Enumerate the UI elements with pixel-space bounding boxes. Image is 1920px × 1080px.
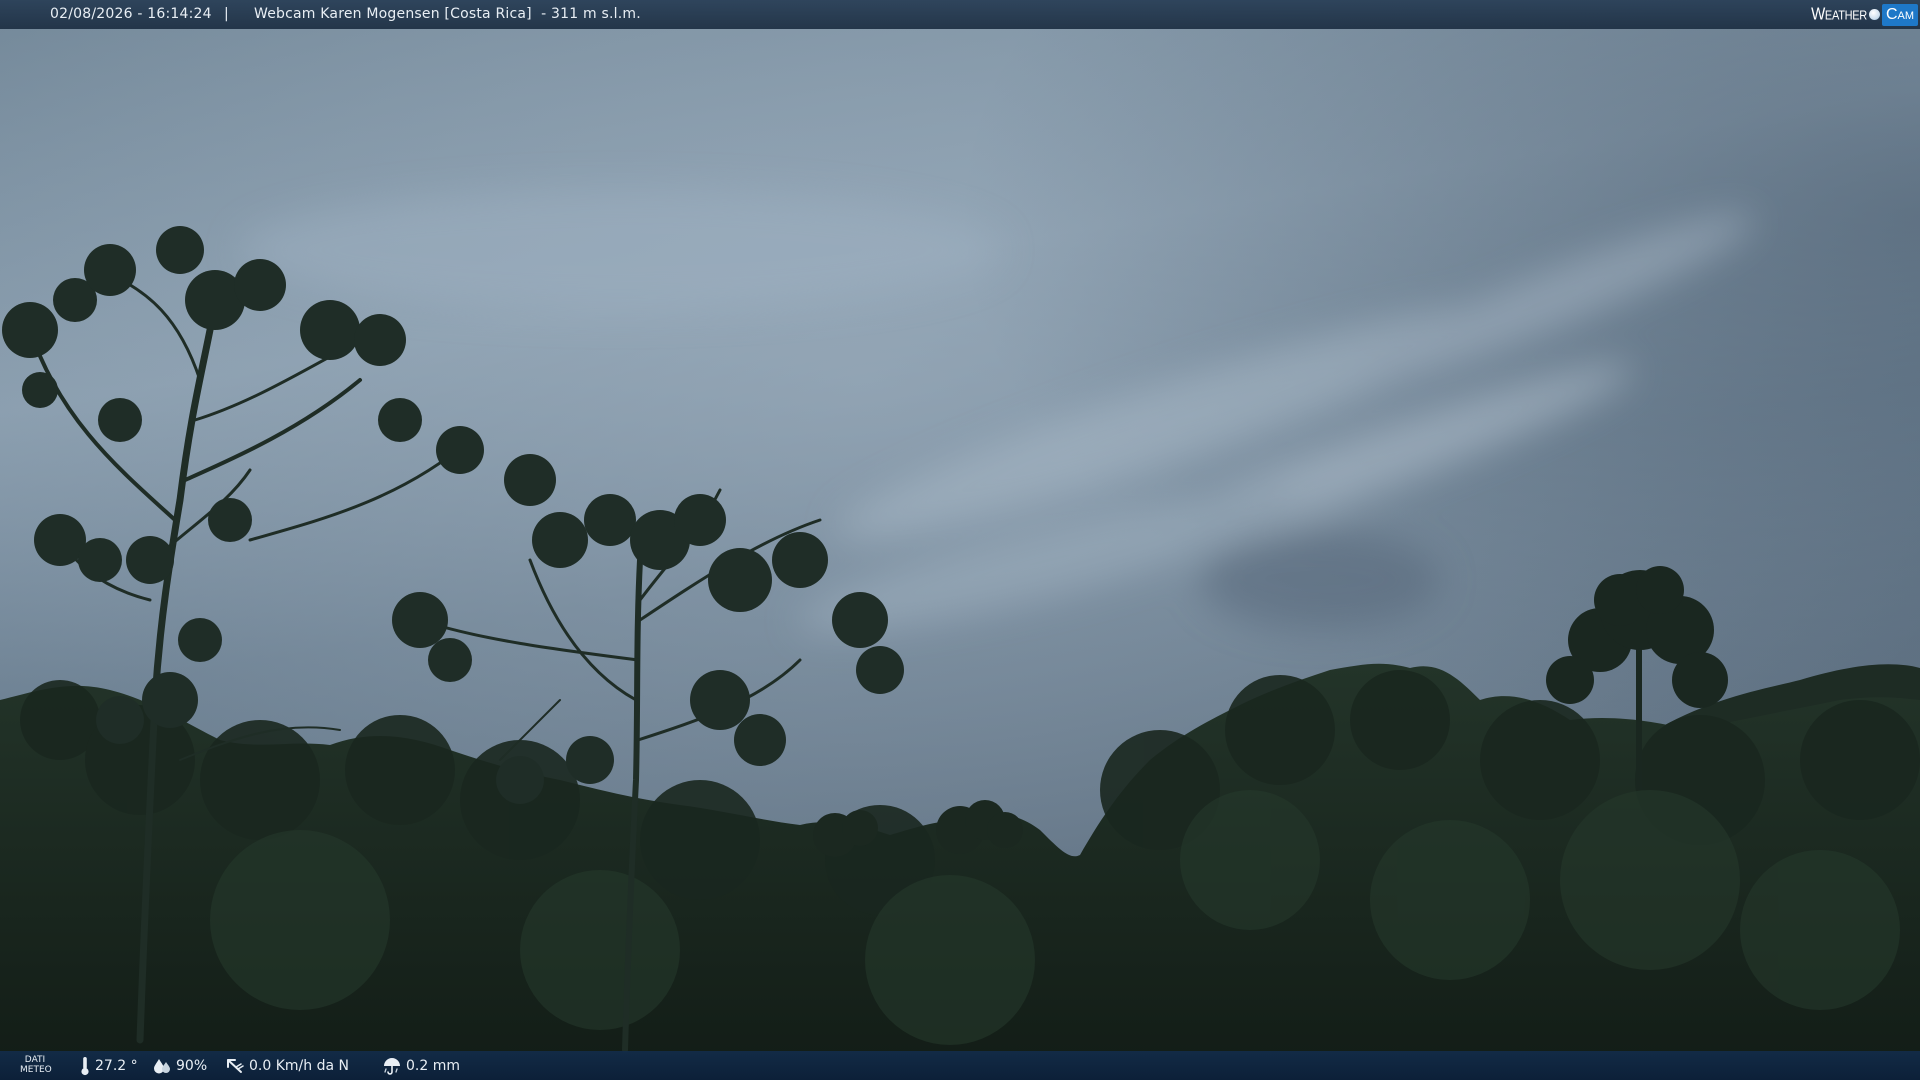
webcam-title: Webcam Karen Mogensen [Costa Rica] - 311… — [254, 6, 641, 22]
temperature-reading: 27.2 ° — [80, 1051, 138, 1080]
capture-datetime: 02/08/2026 - 16:14:24 — [50, 6, 212, 22]
wind-direction-icon — [227, 1058, 244, 1073]
humidity-drops-icon — [154, 1058, 170, 1073]
thermometer-icon — [81, 1056, 89, 1075]
rain-umbrella-icon — [384, 1057, 400, 1075]
wind-value: 0.0 Km/h da N — [249, 1057, 349, 1074]
wind-reading: 0.0 Km/h da N — [226, 1051, 349, 1080]
temperature-value: 27.2 ° — [95, 1057, 138, 1074]
rain-reading: 0.2 mm — [383, 1051, 460, 1080]
weathercam-logo[interactable]: Weather Cam — [1811, 2, 1918, 27]
logo-cam-text: Cam — [1881, 3, 1918, 26]
logo-dot-icon — [1868, 9, 1880, 20]
top-info-bar: 02/08/2026 - 16:14:24 | Webcam Karen Mog… — [0, 0, 1920, 29]
humidity-value: 90% — [176, 1057, 208, 1074]
bottom-weather-bar: DATI METEO 27.2 ° 90% 0.0 Km/h da N 0.2 … — [0, 1051, 1920, 1080]
rain-value: 0.2 mm — [406, 1057, 460, 1074]
separator: | — [224, 6, 229, 22]
logo-weather-text: Weather — [1811, 4, 1867, 25]
webcam-image — [0, 0, 1920, 1080]
webcam-viewport: 02/08/2026 - 16:14:24 | Webcam Karen Mog… — [0, 0, 1920, 1080]
meteo-data-label: DATI METEO — [20, 1055, 52, 1075]
humidity-reading: 90% — [153, 1051, 207, 1080]
